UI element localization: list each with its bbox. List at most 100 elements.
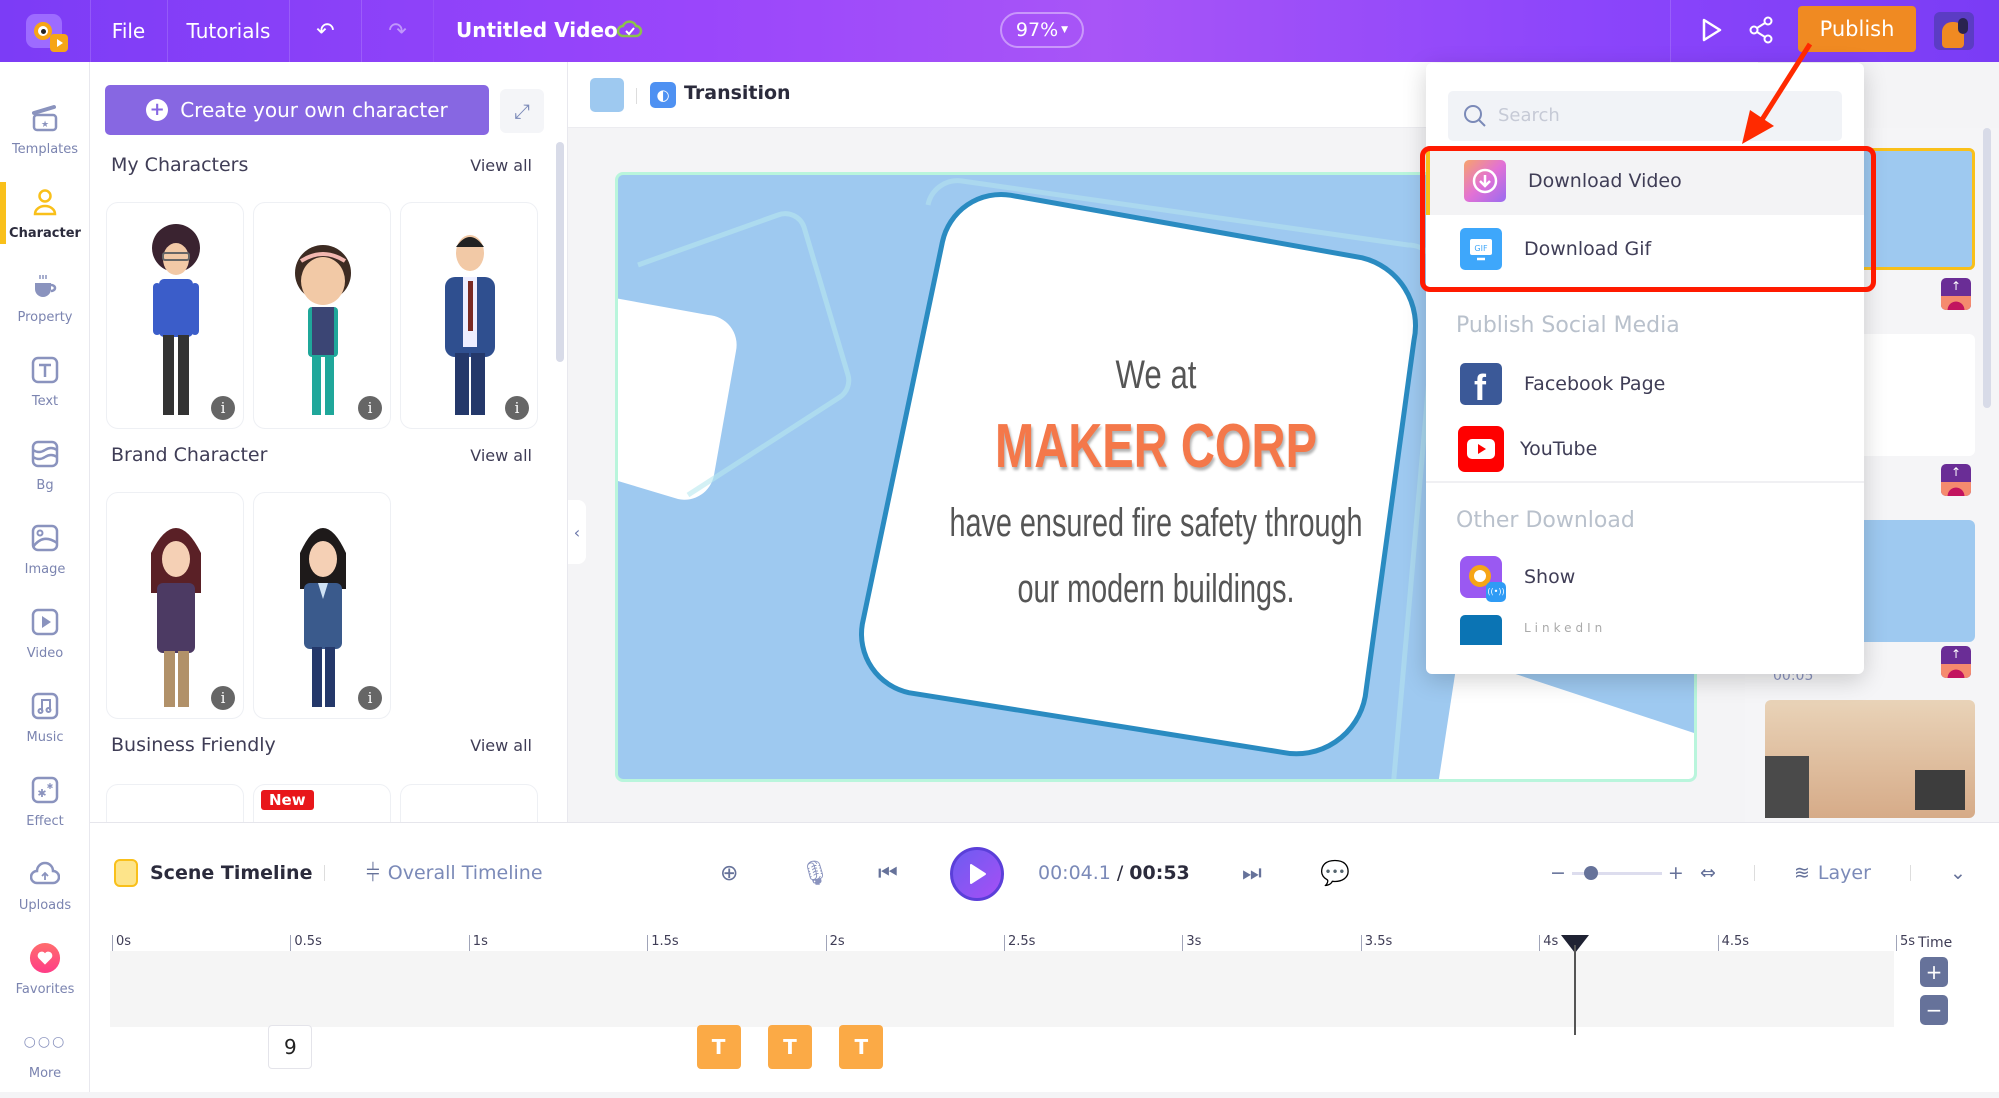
section-title: My Characters	[111, 154, 249, 176]
character-card[interactable]: New	[253, 784, 391, 822]
highlight-box	[1420, 146, 1876, 292]
character-card[interactable]	[106, 784, 244, 822]
left-rail: ★ Templates Character Property Text Bg I…	[0, 62, 90, 1092]
ruler-tick: 4s	[1539, 935, 1558, 951]
info-icon[interactable]: i	[358, 686, 382, 710]
redo-icon: ↷	[388, 18, 407, 44]
track-zoom-in-button[interactable]: +	[1920, 957, 1948, 987]
scene-thumbnail[interactable]	[1765, 700, 1975, 818]
transition-icon[interactable]: ◐	[650, 82, 676, 108]
menu-file[interactable]: File	[90, 0, 168, 62]
undo-button[interactable]: ↶	[290, 0, 362, 62]
skip-back-button[interactable]: ⏮	[878, 853, 898, 893]
tab-scene-timeline[interactable]: Scene Timeline	[114, 853, 312, 893]
video-title[interactable]: Untitled Video	[456, 18, 618, 42]
info-icon[interactable]: i	[358, 396, 382, 420]
tab-overall-timeline[interactable]: ⫩ Overall Timeline	[366, 853, 543, 893]
rail-item-more[interactable]: ○○○ More	[0, 1016, 90, 1098]
zoom-select[interactable]: 97% ▼	[1000, 12, 1084, 48]
overall-timeline-label: Overall Timeline	[387, 862, 543, 884]
timeline-track[interactable]	[110, 951, 1894, 1027]
layer-button[interactable]: ≋ Layer	[1794, 853, 1871, 893]
collapse-timeline-button[interactable]: ⌄	[1950, 853, 1966, 893]
ruler-tick: 2s	[825, 935, 845, 951]
ruler-tick: 1s	[468, 935, 488, 951]
character-card[interactable]: i	[253, 492, 391, 719]
rail-item-text[interactable]: Text	[0, 344, 90, 426]
character-card[interactable]: i	[106, 202, 244, 429]
show-item[interactable]: ((•)) Show	[1426, 543, 1864, 611]
character-card[interactable]: i	[253, 202, 391, 429]
app-logo[interactable]	[20, 8, 70, 54]
rail-item-image[interactable]: Image	[0, 512, 90, 594]
menu-tutorials[interactable]: Tutorials	[168, 0, 290, 62]
view-all-link[interactable]: View all	[470, 156, 532, 175]
character-card[interactable]: i	[400, 202, 538, 429]
scene-timeline-icon	[114, 859, 138, 887]
text-layer-chip[interactable]: T	[696, 1025, 741, 1069]
character-card[interactable]: i	[106, 492, 244, 719]
rail-item-effect[interactable]: ✱ ✱ Effect	[0, 764, 90, 846]
skip-forward-button[interactable]: ⏭	[1242, 853, 1262, 893]
cloud-saved-icon	[616, 17, 643, 41]
rail-item-favorites[interactable]: Favorites	[0, 932, 90, 1014]
rail-item-templates[interactable]: ★ Templates	[0, 92, 90, 174]
create-character-button[interactable]: + Create your own character	[105, 85, 489, 135]
expand-button[interactable]: ⤢	[500, 89, 544, 133]
text-layer-chip[interactable]: T	[767, 1025, 812, 1069]
playhead[interactable]	[1560, 935, 1589, 1039]
scene-scrollbar[interactable]	[1983, 128, 1991, 408]
timeline-zoom-slider[interactable]: − +	[1550, 853, 1684, 893]
rail-item-video[interactable]: Video	[0, 596, 90, 678]
user-avatar[interactable]	[1934, 12, 1974, 50]
section-title: Brand Character	[111, 444, 268, 466]
slider-thumb[interactable]	[1583, 865, 1598, 880]
layers-icon: ≋	[1794, 862, 1810, 884]
facebook-page-item[interactable]: f Facebook Page	[1426, 350, 1864, 418]
skip-forward-icon: ⏭	[1242, 860, 1262, 886]
chevron-down-icon: ⌄	[1950, 862, 1966, 884]
info-icon[interactable]: i	[211, 396, 235, 420]
info-icon[interactable]: i	[505, 396, 529, 420]
text-layer-chip[interactable]: T	[839, 1025, 884, 1069]
character-card[interactable]	[400, 784, 538, 822]
social-section-header: Publish Social Media	[1456, 313, 1680, 338]
scene-transition-badge[interactable]	[1941, 278, 1971, 310]
number-layer-chip[interactable]: 9	[268, 1025, 313, 1069]
rail-label: Bg	[36, 478, 54, 493]
track-zoom-out-button[interactable]: −	[1920, 995, 1948, 1025]
scene-transition-badge[interactable]	[1941, 646, 1971, 678]
svg-text:★: ★	[41, 120, 49, 130]
info-icon[interactable]: i	[211, 686, 235, 710]
rail-item-music[interactable]: Music	[0, 680, 90, 762]
record-voice-button[interactable]: 🎙	[800, 853, 830, 893]
view-all-link[interactable]: View all	[470, 736, 532, 755]
scene-transition-badge[interactable]	[1941, 464, 1971, 496]
show-label: Show	[1524, 566, 1576, 588]
fit-width-button[interactable]: ⇔	[1700, 853, 1716, 893]
current-time: 00:04.1	[1038, 862, 1111, 884]
camera-zoom-button[interactable]: ⊕	[720, 853, 738, 893]
subtitle-button[interactable]: 💬	[1320, 853, 1350, 893]
background-color-swatch[interactable]	[590, 78, 624, 112]
collapse-panel-button[interactable]: ‹	[568, 500, 586, 564]
rail-item-character[interactable]: Character	[0, 176, 90, 258]
facebook-icon: f	[1460, 363, 1502, 408]
expand-icon: ⤢	[514, 99, 530, 123]
play-preview-icon[interactable]	[1700, 16, 1724, 48]
youtube-item[interactable]: YouTube	[1426, 415, 1864, 483]
rail-label: Text	[31, 394, 59, 409]
play-button[interactable]	[950, 847, 1004, 901]
align-icon: ⫩	[366, 859, 380, 887]
rail-item-uploads[interactable]: Uploads	[0, 848, 90, 930]
rail-item-bg[interactable]: Bg	[0, 428, 90, 510]
view-all-link[interactable]: View all	[470, 446, 532, 465]
transition-label[interactable]: Transition	[684, 82, 791, 104]
panel-scrollbar[interactable]	[556, 142, 564, 362]
heart-icon	[29, 942, 61, 974]
rail-item-property[interactable]: Property	[0, 260, 90, 342]
linkedin-item[interactable]: LinkedIn	[1426, 615, 1864, 645]
redo-button[interactable]: ↷	[362, 0, 434, 62]
search-placeholder: Search	[1498, 105, 1560, 126]
rail-label: Image	[24, 562, 66, 577]
